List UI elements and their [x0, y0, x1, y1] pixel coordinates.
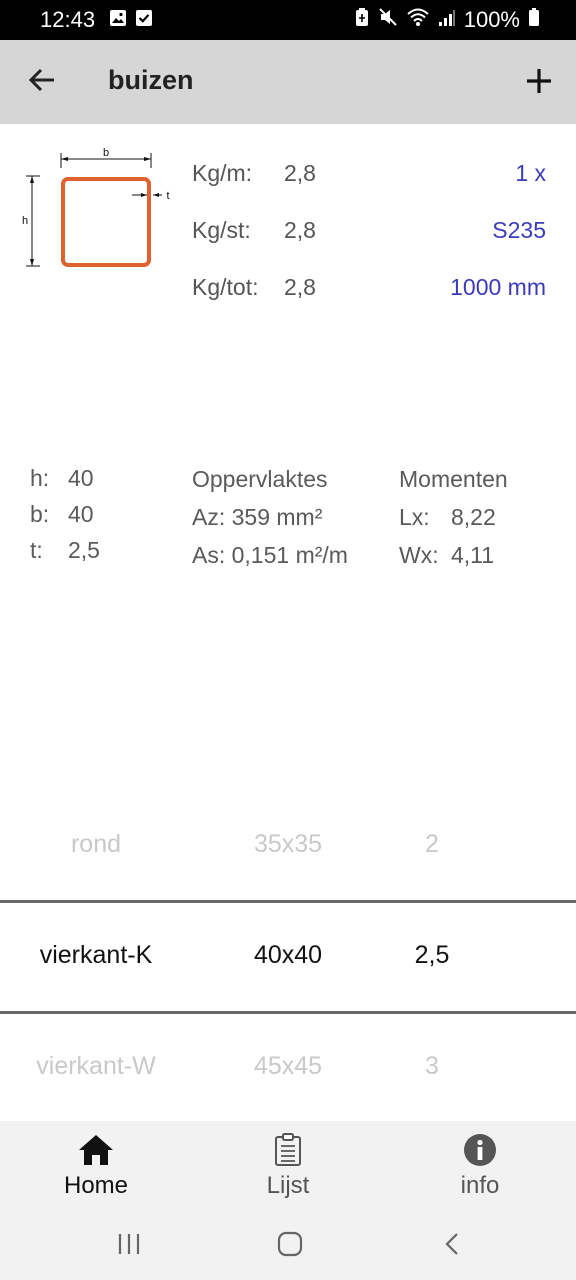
kg-st-label: Kg/st:: [192, 217, 251, 243]
dim-h-value: 40: [68, 465, 94, 491]
page-title: buizen: [108, 65, 194, 95]
picker-thickness[interactable]: 2: [425, 830, 439, 859]
system-navigation-bar: [0, 1209, 576, 1280]
dim-t-value: 2,5: [68, 537, 100, 563]
picker-row-previous[interactable]: rond 35x35 2: [0, 830, 576, 940]
clipboard-list-icon: [275, 1133, 301, 1166]
home-system-button[interactable]: [277, 1231, 303, 1262]
signal-icon: [438, 7, 456, 33]
home-circle-icon: [277, 1231, 303, 1257]
dim-b-label: b:: [30, 501, 50, 527]
battery-saver-icon: [354, 7, 370, 33]
az-row: Az: 359 mm²: [192, 498, 348, 536]
add-button[interactable]: [520, 62, 560, 102]
profile-diagram: b h t: [16, 142, 176, 272]
picker-thickness[interactable]: 3: [425, 1052, 439, 1081]
nav-lijst-label: Lijst: [266, 1172, 310, 1199]
kg-m-value: 2,8: [284, 160, 316, 186]
as-label: As:: [192, 542, 226, 568]
picker-type[interactable]: vierkant-W: [36, 1052, 155, 1081]
label-h: h: [22, 215, 28, 227]
picker-thickness-selected[interactable]: 2,5: [415, 941, 450, 970]
as-value: 0,151 m²/m: [231, 542, 348, 568]
picker-type-selected[interactable]: vierkant-K: [40, 941, 153, 970]
dim-b-row: b: 40: [30, 496, 100, 532]
chevron-left-icon: [445, 1233, 458, 1255]
nav-info[interactable]: info: [420, 1133, 540, 1200]
kg-st-value: 2,8: [284, 217, 316, 243]
bottom-navigation: Home Lijst info: [0, 1121, 576, 1209]
battery-percent: 100%: [463, 7, 520, 32]
app-bar: buizen: [0, 40, 576, 124]
moments-section: Momenten Lx: 8,22 Wx: 4,11: [399, 460, 508, 574]
kg-m-label: Kg/m:: [192, 160, 253, 186]
square-tube-shape: [61, 177, 151, 267]
status-time: 12:43: [40, 7, 96, 32]
picker-row-selected[interactable]: vierkant-K 40x40 2,5: [0, 941, 576, 1051]
kg-per-meter: Kg/m: 2,8: [192, 160, 316, 187]
az-value: 359 mm²: [231, 504, 323, 530]
picker-type[interactable]: rond: [71, 830, 121, 859]
dim-h-label: h:: [30, 465, 50, 491]
wx-value: 4,11: [451, 542, 495, 568]
lx-row: Lx: 8,22: [399, 498, 508, 536]
nav-home[interactable]: Home: [36, 1133, 156, 1200]
wx-row: Wx: 4,11: [399, 536, 508, 574]
picker-size[interactable]: 35x35: [254, 830, 322, 859]
steel-grade-button[interactable]: S235: [492, 217, 546, 244]
recent-apps-icon: [118, 1234, 140, 1254]
nav-info-label: info: [460, 1172, 500, 1199]
picker-size-selected[interactable]: 40x40: [254, 941, 322, 970]
surfaces-header: Oppervlaktes: [192, 466, 328, 492]
kg-total: Kg/tot: 2,8: [192, 274, 316, 301]
kg-tot-value: 2,8: [284, 274, 316, 300]
arrow-left-icon: [28, 68, 54, 92]
plus-icon: [527, 69, 551, 93]
dimensions-list: h: 40 b: 40 t: 2,5: [30, 460, 100, 568]
check-notification-icon: [135, 7, 153, 33]
as-row: As: 0,151 m²/m: [192, 536, 348, 574]
dimension-h: h: [22, 175, 40, 267]
quantity-button[interactable]: 1 x: [515, 160, 546, 187]
dim-t-row: t: 2,5: [30, 532, 100, 568]
moments-header: Momenten: [399, 466, 508, 492]
wx-label: Wx:: [399, 542, 439, 568]
label-b: b: [103, 147, 109, 159]
back-button[interactable]: [26, 64, 62, 100]
kg-tot-label: Kg/tot:: [192, 274, 259, 300]
dimension-b: b: [60, 147, 152, 168]
picker-selection-bottom-line: [0, 1011, 576, 1014]
label-t: t: [166, 190, 169, 202]
gallery-icon: [109, 7, 127, 33]
surfaces-section: Oppervlaktes Az: 359 mm² As: 0,151 m²/m: [192, 460, 348, 574]
picker-selection-top-line: [0, 900, 576, 903]
lx-label: Lx:: [399, 504, 430, 530]
info-icon: [464, 1134, 496, 1166]
battery-icon: [528, 7, 540, 33]
status-bar: 12:43 100%: [0, 0, 576, 40]
nav-lijst[interactable]: Lijst: [228, 1133, 348, 1200]
dim-h-row: h: 40: [30, 460, 100, 496]
dim-t-label: t:: [30, 537, 43, 563]
picker-size[interactable]: 45x45: [254, 1052, 322, 1081]
wifi-icon: [406, 7, 430, 33]
back-system-button[interactable]: [440, 1231, 466, 1262]
lx-value: 8,22: [451, 504, 496, 530]
home-icon: [79, 1135, 113, 1165]
kg-per-piece: Kg/st: 2,8: [192, 217, 316, 244]
az-label: Az:: [192, 504, 226, 530]
nav-home-label: Home: [63, 1172, 129, 1199]
recent-apps-button[interactable]: [116, 1231, 142, 1262]
mute-icon: [378, 7, 398, 33]
length-button[interactable]: 1000 mm: [450, 274, 546, 301]
dim-b-value: 40: [68, 501, 94, 527]
